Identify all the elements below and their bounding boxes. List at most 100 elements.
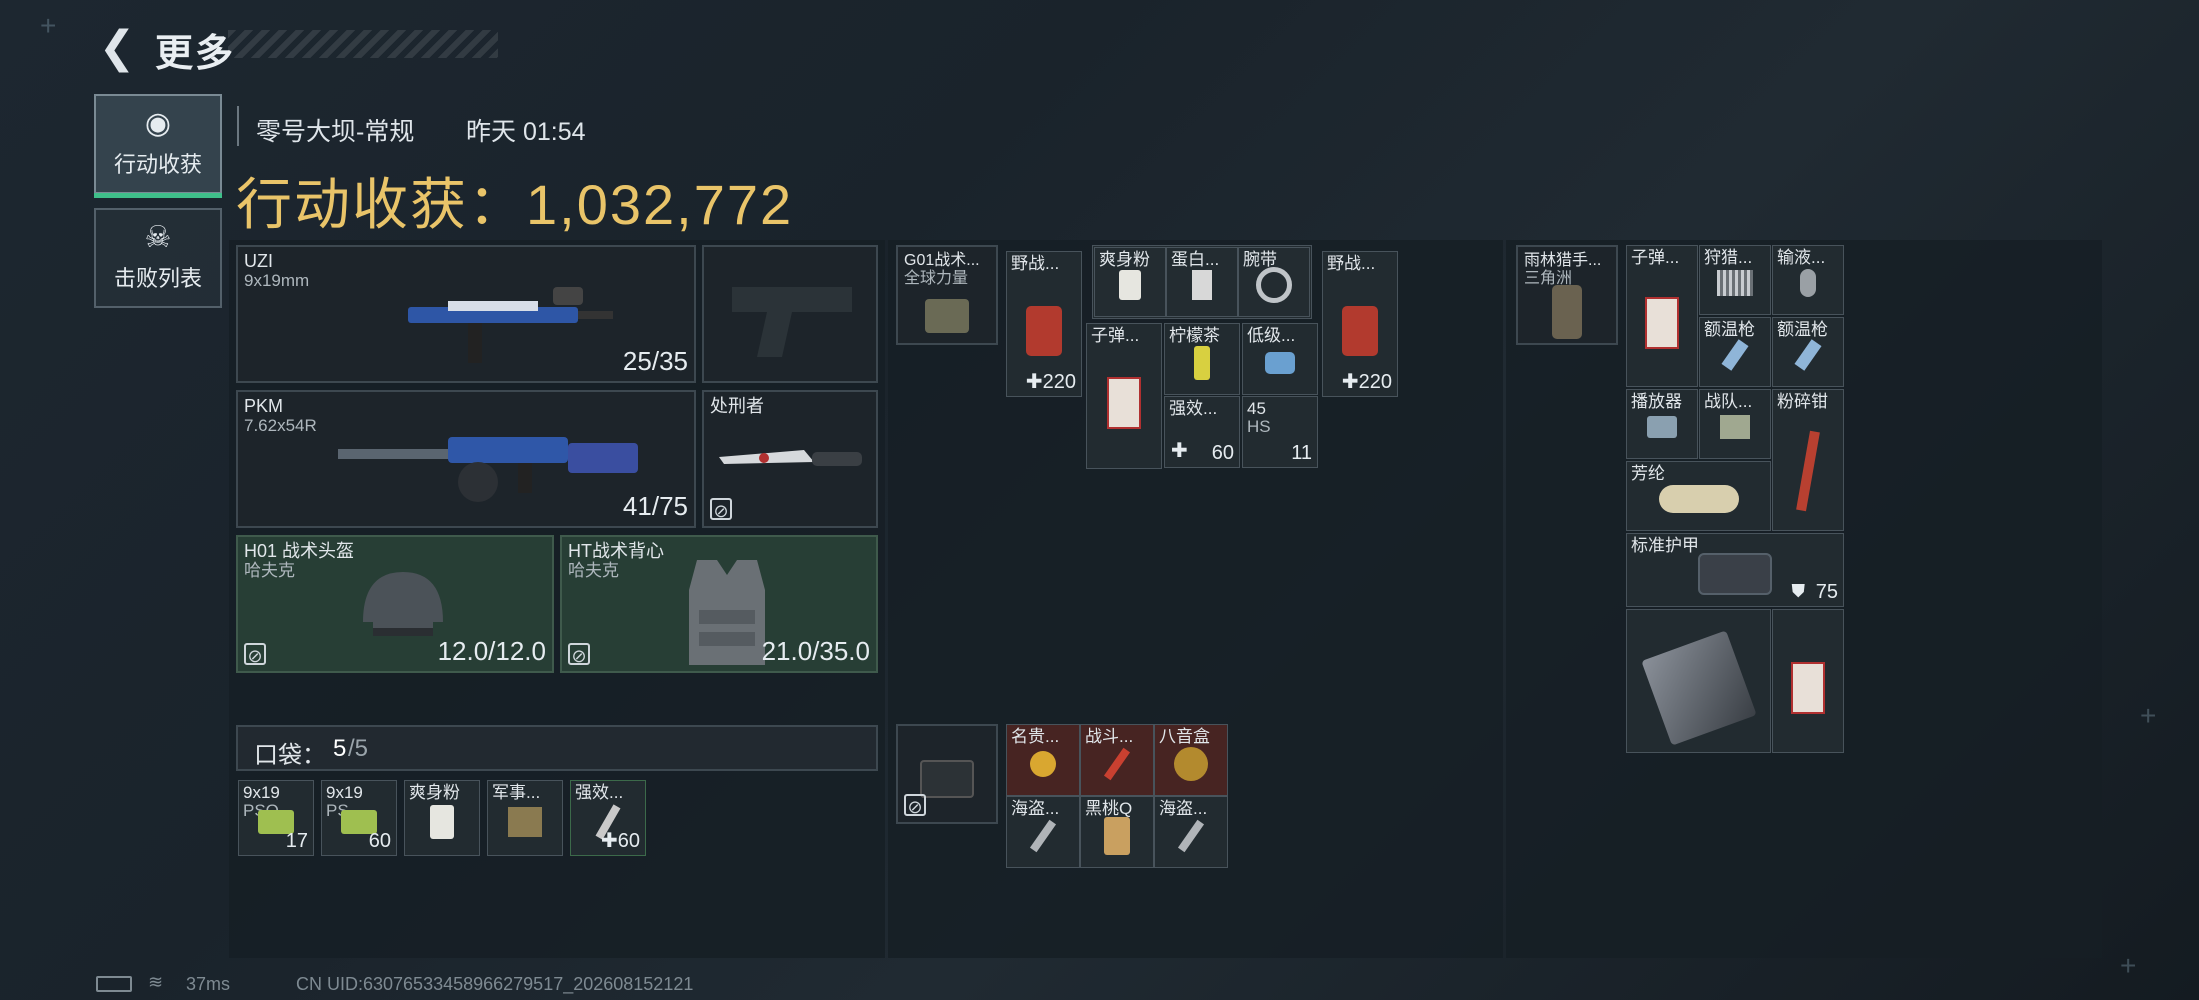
item-value: ✚220 — [1341, 371, 1392, 393]
medkit-icon — [1026, 306, 1062, 357]
rig-item-tea[interactable]: 柠檬茶 — [1164, 323, 1240, 395]
ammo-card-icon — [1791, 662, 1825, 715]
item-value: 60 — [1211, 442, 1234, 464]
backpack-item[interactable]: 粉碎钳 — [1772, 389, 1844, 531]
pocket-item[interactable]: 强效... ✚60 — [570, 780, 646, 856]
item-name: 子弹... — [1631, 248, 1680, 267]
tab-loot[interactable]: ◉ 行动收获 — [94, 94, 222, 198]
rig-item-protein[interactable]: 蛋白... — [1166, 247, 1238, 317]
backpack-item-armor[interactable]: 标准护甲 ⛊ 75 — [1626, 533, 1844, 607]
thermometer-icon — [1721, 339, 1749, 372]
rig-item-med[interactable]: 野战... ✚220 — [1322, 251, 1398, 397]
backpack-item[interactable]: 狩猎... — [1699, 245, 1771, 315]
item-name: 海盗... — [1011, 799, 1060, 818]
case-item[interactable]: 海盗... — [1154, 796, 1228, 868]
secondary-weapon-slot[interactable]: PKM 7.62x54R 41/75 — [236, 390, 696, 528]
item-name: 低级... — [1247, 326, 1296, 345]
no-insure-icon: ⊘ — [710, 498, 732, 521]
backpack-item[interactable]: 战队... — [1699, 389, 1771, 459]
rig-item-ammo[interactable]: 子弹... — [1086, 323, 1162, 469]
tab-kill-list[interactable]: ☠ 击败列表 — [94, 208, 222, 308]
item-name: 子弹... — [1091, 326, 1140, 345]
pocket-item[interactable]: 9x19 PSO 17 — [238, 780, 314, 856]
backpack-slot[interactable]: 雨林猎手... 三角洲 — [1516, 245, 1618, 345]
rig-item-wristband[interactable]: 腕带 — [1238, 247, 1310, 317]
chest-rig-slot[interactable]: G01战术... 全球力量 — [896, 245, 998, 345]
case-item[interactable]: 八音盒 — [1154, 724, 1228, 796]
backpack-item[interactable] — [1772, 609, 1844, 753]
rig-item-med[interactable]: 野战... ✚220 — [1006, 251, 1082, 397]
backpack-item[interactable] — [1626, 609, 1771, 753]
backpack-item[interactable]: 额温枪 — [1772, 317, 1844, 387]
primary-weapon-slot[interactable]: UZI 9x19mm 25/35 — [236, 245, 696, 383]
backpack-item[interactable]: 播放器 — [1626, 389, 1698, 459]
armor-value: 75 — [1815, 581, 1838, 603]
helmet-slot[interactable]: H01 战术头盔 哈夫克 ⊘ 12.0/12.0 — [236, 535, 554, 673]
backpack-item[interactable]: 子弹... — [1626, 245, 1698, 387]
medkit-icon — [1342, 306, 1378, 357]
pocket-item[interactable]: 军事... — [487, 780, 563, 856]
pirate-item-icon — [1029, 819, 1057, 852]
raid-time: 昨天 01:54 — [466, 118, 586, 146]
item-value: 11 — [1291, 442, 1312, 464]
pocket-item[interactable]: 爽身粉 — [404, 780, 480, 856]
bottle-icon — [1265, 351, 1295, 374]
item-name: 战斗... — [1085, 727, 1134, 746]
backpack-item[interactable]: 额温枪 — [1699, 317, 1771, 387]
case-item[interactable]: 战斗... — [1080, 724, 1154, 796]
item-name: 强效... — [1169, 399, 1218, 418]
item-count: 17 — [285, 830, 308, 852]
rig-item-low[interactable]: 低级... — [1242, 323, 1318, 395]
item-name: 野战... — [1327, 254, 1376, 273]
backpack-item[interactable]: 芳纶 — [1626, 461, 1771, 531]
item-name: 军事... — [492, 783, 541, 802]
helmet-brand: 哈夫克 — [244, 561, 295, 580]
page-title: 更多 — [155, 33, 236, 75]
loot-total-value: 行动收获：1,032,772 — [236, 173, 794, 236]
item-name: 狩猎... — [1704, 248, 1753, 267]
pliers-icon — [1796, 430, 1820, 512]
case-item[interactable]: 黑桃Q — [1080, 796, 1154, 868]
item-name: 爽身粉 — [409, 783, 460, 802]
secure-case-slot[interactable]: ⊘ — [896, 724, 998, 824]
item-name: 粉碎钳 — [1777, 392, 1828, 411]
melee-slot[interactable]: 处刑者 ⊘ — [702, 390, 878, 528]
powder-bottle-icon — [430, 804, 454, 839]
backpack-item[interactable]: 输液... — [1772, 245, 1844, 315]
item-value: ✚220 — [1025, 371, 1076, 393]
item-name: 9x19 — [243, 783, 280, 802]
watch-icon — [1030, 750, 1056, 777]
skull-icon: ☠ — [144, 221, 172, 254]
pocket-item[interactable]: 9x19 PS 60 — [321, 780, 397, 856]
item-name: 9x19 — [326, 783, 363, 802]
case-item[interactable]: 名贵... — [1006, 724, 1080, 796]
pirate-item-icon — [1177, 819, 1205, 852]
powder-bottle-icon — [1119, 270, 1141, 301]
armor-bag-icon — [1698, 552, 1772, 595]
wristband-icon — [1256, 267, 1292, 304]
item-name: 八音盒 — [1159, 727, 1210, 746]
tab-kill-list-label: 击败列表 — [113, 266, 202, 291]
armor-durability: 21.0/35.0 — [761, 636, 870, 666]
trap-icon — [1717, 270, 1753, 297]
back-button[interactable]: ❮ — [92, 22, 142, 72]
case-item[interactable]: 海盗... — [1006, 796, 1080, 868]
item-name: 强效... — [575, 783, 624, 802]
crosshair-deco: + — [2140, 700, 2157, 731]
uzi-icon — [378, 277, 618, 367]
pocket-header: 口袋： 5 /5 — [236, 725, 878, 771]
no-insure-icon: ⊘ — [244, 643, 266, 666]
divider — [237, 106, 239, 146]
item-name: 输液... — [1777, 248, 1826, 267]
armor-slot[interactable]: HT战术背心 哈夫克 ⊘ 21.0/35.0 — [560, 535, 878, 673]
rig-item-stim[interactable]: 强效... ✚ 60 — [1164, 396, 1240, 468]
pkm-icon — [328, 407, 658, 507]
thermometer-icon — [1794, 339, 1822, 372]
rig-item-hs[interactable]: 45 HS 11 — [1242, 396, 1318, 468]
pocket-capacity: /5 — [348, 735, 369, 762]
item-name: 额温枪 — [1704, 320, 1755, 339]
item-name: 额温枪 — [1777, 320, 1828, 339]
rig-item-powder[interactable]: 爽身粉 — [1094, 247, 1166, 317]
pistol-slot-empty[interactable] — [702, 245, 878, 383]
item-count: ✚60 — [600, 830, 640, 852]
